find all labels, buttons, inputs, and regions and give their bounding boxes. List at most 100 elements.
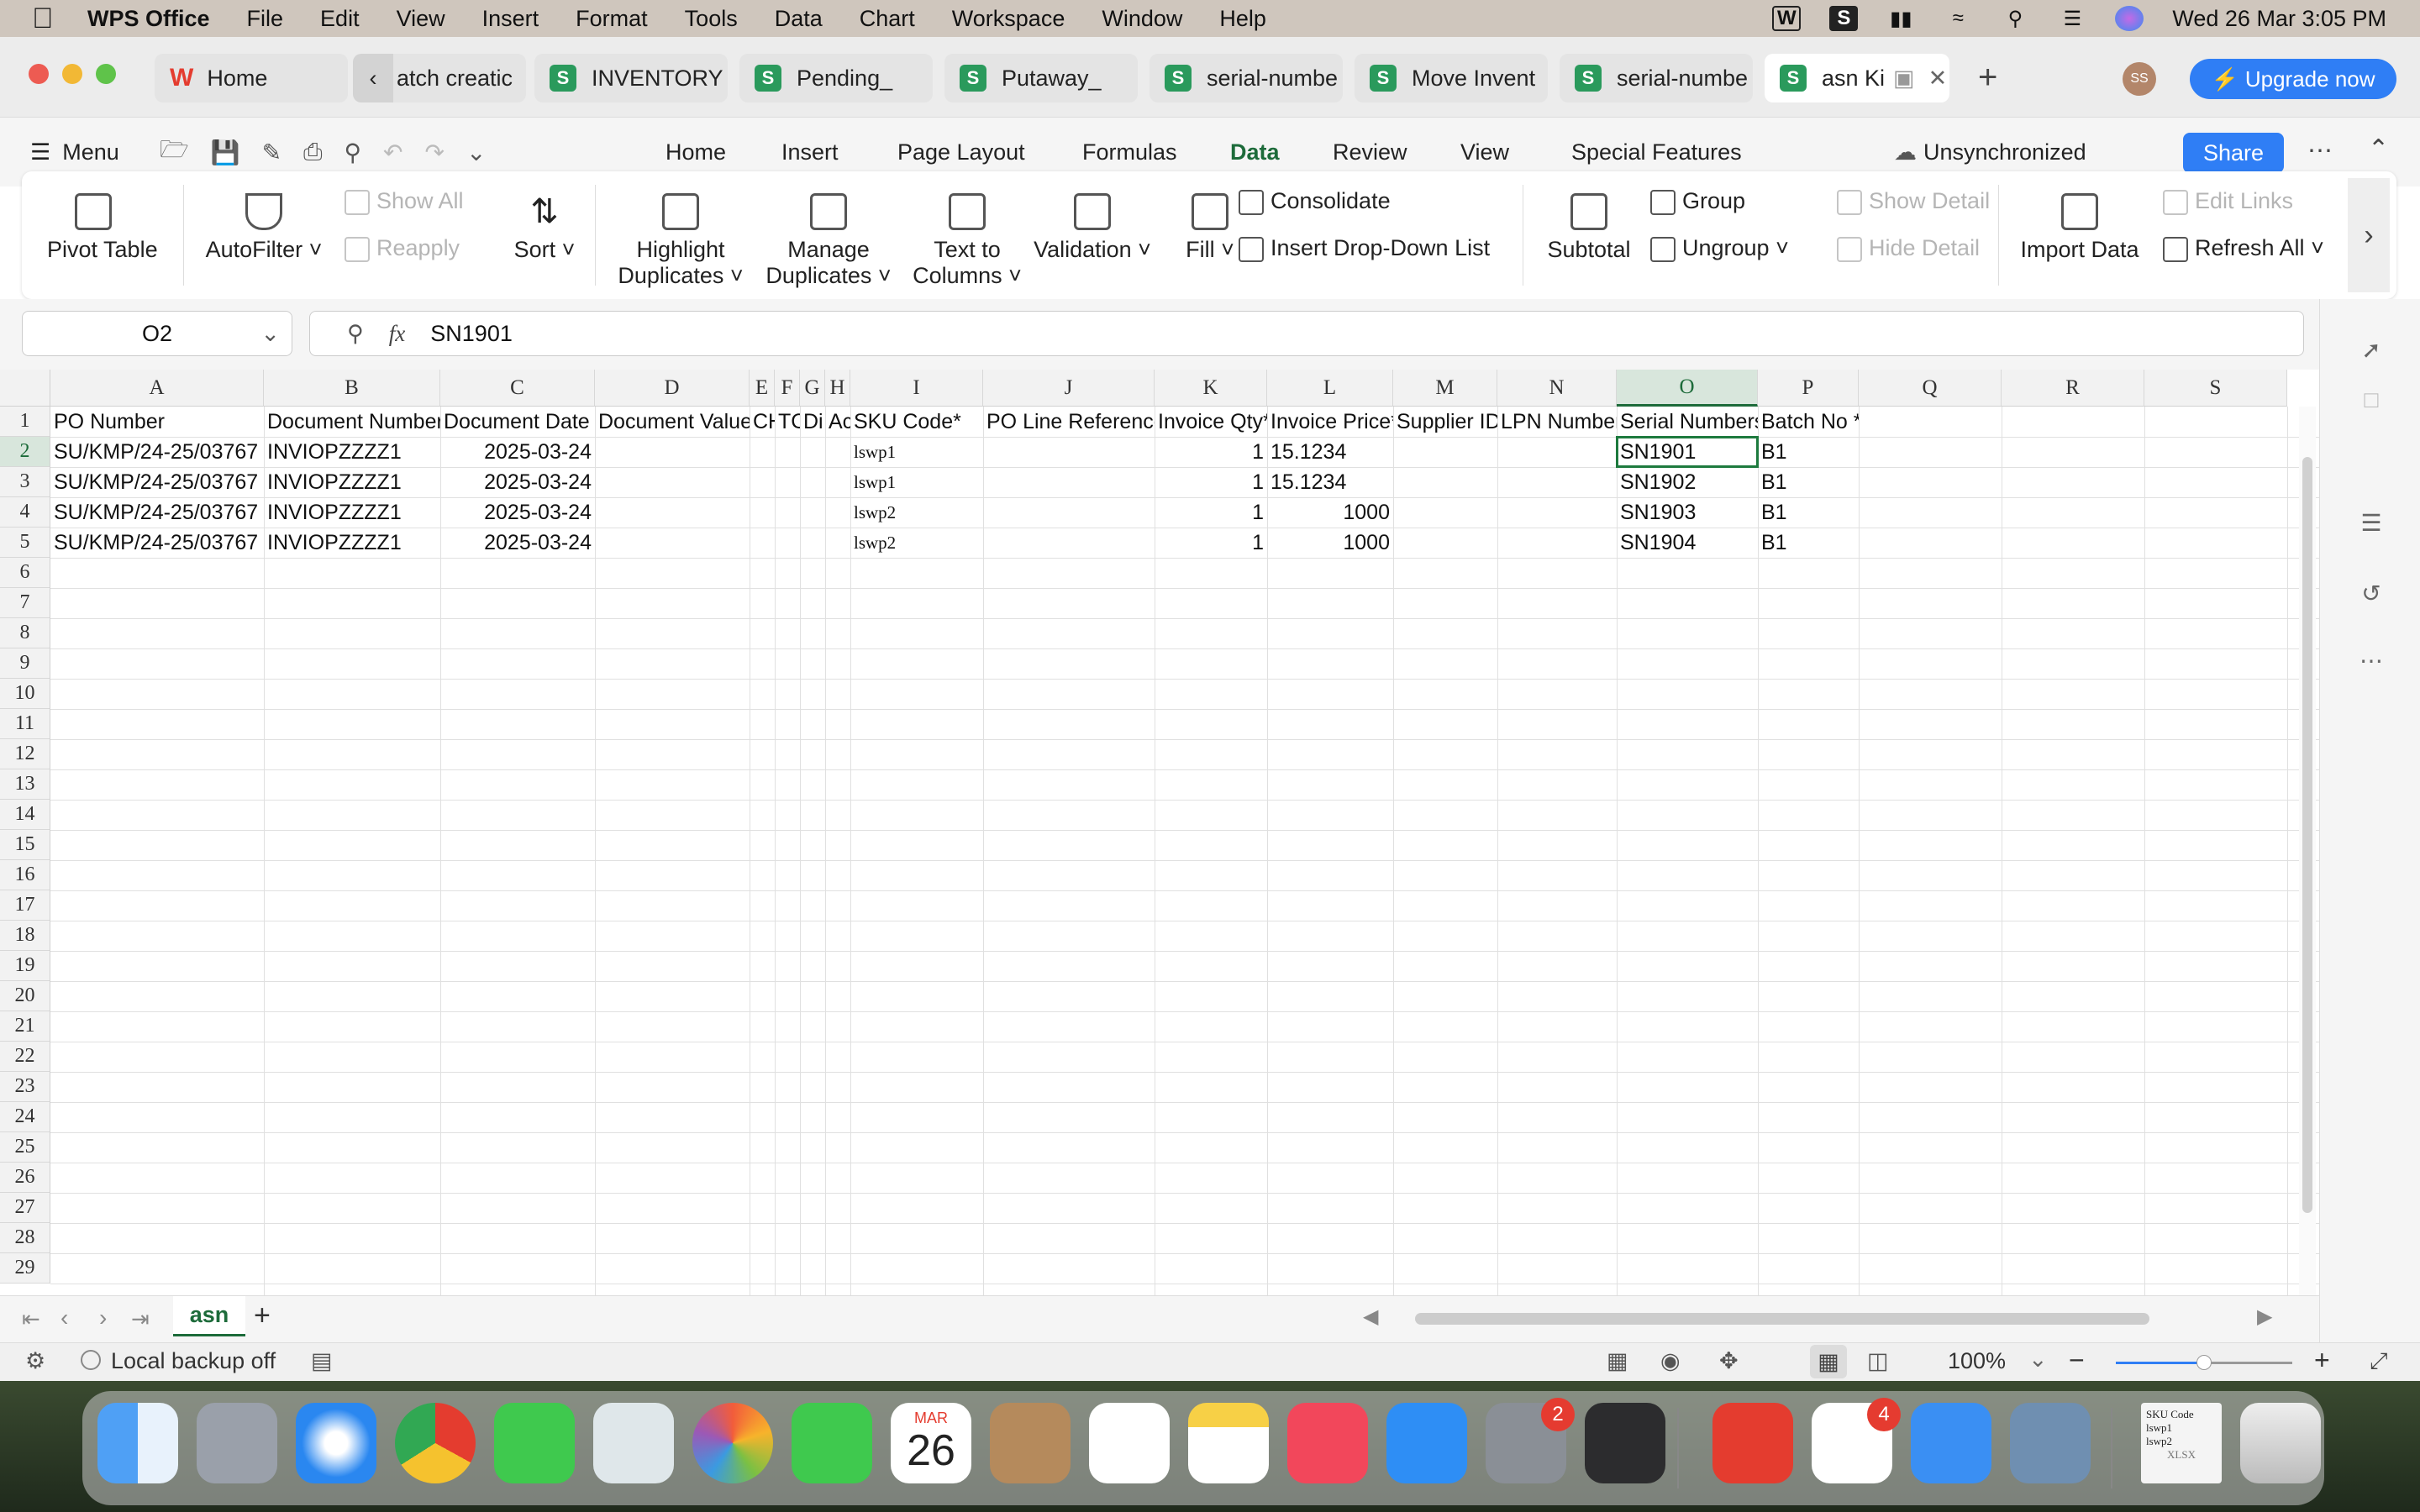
history-icon[interactable]: ↺ (2357, 580, 2386, 608)
show-all-button[interactable]: Show All (345, 188, 464, 215)
row-header-21[interactable]: 21 (0, 1011, 50, 1042)
cell-l2[interactable]: 15.1234 (1267, 437, 1393, 467)
select-all-corner[interactable] (0, 370, 50, 407)
header-cell-l[interactable]: Invoice Price* (1267, 407, 1393, 437)
row-header-9[interactable]: 9 (0, 648, 50, 679)
cell-p3[interactable]: B1 (1758, 467, 1859, 497)
resize-icon[interactable]: □ (2357, 386, 2386, 415)
system-settings-icon[interactable]: 2 (1486, 1398, 1575, 1483)
row-header-19[interactable]: 19 (0, 951, 50, 981)
spreadsheet-grid[interactable]: A B C D E F G H I J K L M N O P Q R S 1 2 3 4 5 6 7 8 9 10 11 12 13 14 15… (0, 370, 2319, 1295)
trash-icon[interactable] (2240, 1403, 2321, 1483)
chevron-left-icon[interactable]: ‹ (353, 54, 393, 102)
collapse-ribbon-icon[interactable]: ⌃ (2368, 134, 2389, 164)
safari-icon[interactable] (296, 1403, 376, 1483)
consolidate-button[interactable]: Consolidate (1239, 188, 1391, 215)
next-sheet-icon[interactable]: › (99, 1305, 107, 1331)
tab-home[interactable]: W Home (155, 54, 348, 102)
open-folder-icon[interactable]: 🗁 (160, 132, 189, 172)
menu-data[interactable]: Data (775, 6, 823, 32)
last-sheet-icon[interactable]: ⇥ (131, 1306, 150, 1332)
cell-o5[interactable]: SN1904 (1617, 528, 1758, 558)
header-cell-b[interactable]: Document Number (264, 407, 440, 437)
header-cell-f[interactable]: TC (775, 407, 800, 437)
cell-a5[interactable]: SU/KMP/24-25/03767 (50, 528, 264, 558)
row-header-6[interactable]: 6 (0, 558, 50, 588)
menu-window[interactable]: Window (1102, 6, 1182, 32)
cell-b2[interactable]: INVIOPZZZZ1 (264, 437, 440, 467)
backup-status[interactable]: Local backup off (111, 1348, 276, 1374)
cell-c5[interactable]: 2025-03-24 (440, 528, 595, 558)
row-header-14[interactable]: 14 (0, 800, 50, 830)
row-header-11[interactable]: 11 (0, 709, 50, 739)
sheet-tab-asn[interactable]: asn (173, 1296, 245, 1336)
cell-i2[interactable]: lswp1 (850, 437, 983, 467)
column-header-q[interactable]: Q (1859, 370, 2002, 407)
wps-office-icon[interactable] (1712, 1403, 1793, 1483)
menu-app-name[interactable]: WPS Office (87, 6, 210, 32)
group-button[interactable]: Group (1650, 188, 1745, 215)
cell-a2[interactable]: SU/KMP/24-25/03767 (50, 437, 264, 467)
zoom-slider[interactable] (2116, 1355, 2292, 1370)
more-icon[interactable]: ⋯ (2307, 136, 2333, 165)
vertical-scrollbar[interactable] (2299, 407, 2316, 1295)
tab-inventory[interactable]: S INVENTORY (534, 54, 728, 102)
launchpad-icon[interactable] (197, 1403, 277, 1483)
fullscreen-icon[interactable]: ⤢ (2370, 1348, 2388, 1375)
chevron-down-icon[interactable]: ⌄ (2028, 1347, 2048, 1373)
tab-pending[interactable]: S Pending_ (739, 54, 933, 102)
finder-icon[interactable] (97, 1403, 178, 1483)
manage-duplicates-button[interactable]: Manage Duplicates ˅ (761, 186, 896, 289)
close-window-icon[interactable] (29, 64, 49, 84)
hide-detail-button[interactable]: Hide Detail (1837, 235, 1980, 262)
zoom-level[interactable]: 100% (1948, 1348, 2006, 1374)
pivot-table-button[interactable]: Pivot Table (47, 193, 158, 263)
header-cell-c[interactable]: Document Date * (440, 407, 595, 437)
column-header-p[interactable]: P (1758, 370, 1859, 407)
column-header-f[interactable]: F (775, 370, 800, 407)
cell-c3[interactable]: 2025-03-24 (440, 467, 595, 497)
print-icon[interactable]: ⎙ (303, 139, 322, 166)
apple-icon[interactable]:  (32, 4, 57, 33)
column-header-s[interactable]: S (2144, 370, 2287, 407)
messages-icon[interactable] (494, 1403, 575, 1483)
column-header-k[interactable]: K (1155, 370, 1267, 407)
tab-move-inventory[interactable]: S Move Invent (1355, 54, 1548, 102)
header-cell-o[interactable]: Serial Numbers (1617, 407, 1758, 437)
avatar[interactable]: SS (2123, 62, 2156, 96)
prev-sheet-icon[interactable]: ‹ (60, 1305, 68, 1331)
autofilter-button[interactable]: AutoFilter ˅ (205, 193, 323, 263)
menu-insert[interactable]: Insert (482, 6, 539, 32)
cell-l3[interactable]: 15.1234 (1267, 467, 1393, 497)
cell-a3[interactable]: SU/KMP/24-25/03767 (50, 467, 264, 497)
column-header-l[interactable]: L (1267, 370, 1393, 407)
upgrade-button[interactable]: ⚡ Upgrade now (2190, 59, 2396, 99)
column-header-b[interactable]: B (264, 370, 440, 407)
column-header-d[interactable]: D (595, 370, 750, 407)
app-store-icon[interactable] (1386, 1403, 1467, 1483)
fill-button[interactable]: Fill ˅ (1176, 193, 1244, 263)
column-header-h[interactable]: H (825, 370, 850, 407)
subtotal-button[interactable]: Subtotal (1543, 193, 1635, 263)
column-header-m[interactable]: M (1393, 370, 1497, 407)
vertical-scroll-thumb[interactable] (2302, 457, 2312, 1213)
row-header-2[interactable]: 2 (0, 437, 50, 467)
formula-input[interactable]: ⚲ fx SN1901 (309, 311, 2304, 356)
menu-edit[interactable]: Edit (320, 6, 360, 32)
row-header-12[interactable]: 12 (0, 739, 50, 769)
settings-sliders-icon[interactable]: ☰ (2357, 509, 2386, 538)
cell-l5[interactable]: 1000 (1267, 528, 1393, 558)
ungroup-button[interactable]: Ungroup ˅ (1650, 235, 1789, 262)
cell-i4[interactable]: lswp2 (850, 497, 983, 528)
row-header-1[interactable]: 1 (0, 407, 50, 437)
column-header-j[interactable]: J (983, 370, 1155, 407)
cell-p5[interactable]: B1 (1758, 528, 1859, 558)
cell-k3[interactable]: 1 (1155, 467, 1267, 497)
row-header-17[interactable]: 17 (0, 890, 50, 921)
column-header-r[interactable]: R (2002, 370, 2144, 407)
eye-icon[interactable]: ◉ (1660, 1348, 1681, 1374)
photos-icon[interactable] (692, 1403, 773, 1483)
search-icon[interactable]: ⚲ (2001, 6, 2029, 31)
header-cell-n[interactable]: LPN Number (1497, 407, 1617, 437)
text-to-columns-button[interactable]: Text to Columns ˅ (913, 193, 1022, 289)
